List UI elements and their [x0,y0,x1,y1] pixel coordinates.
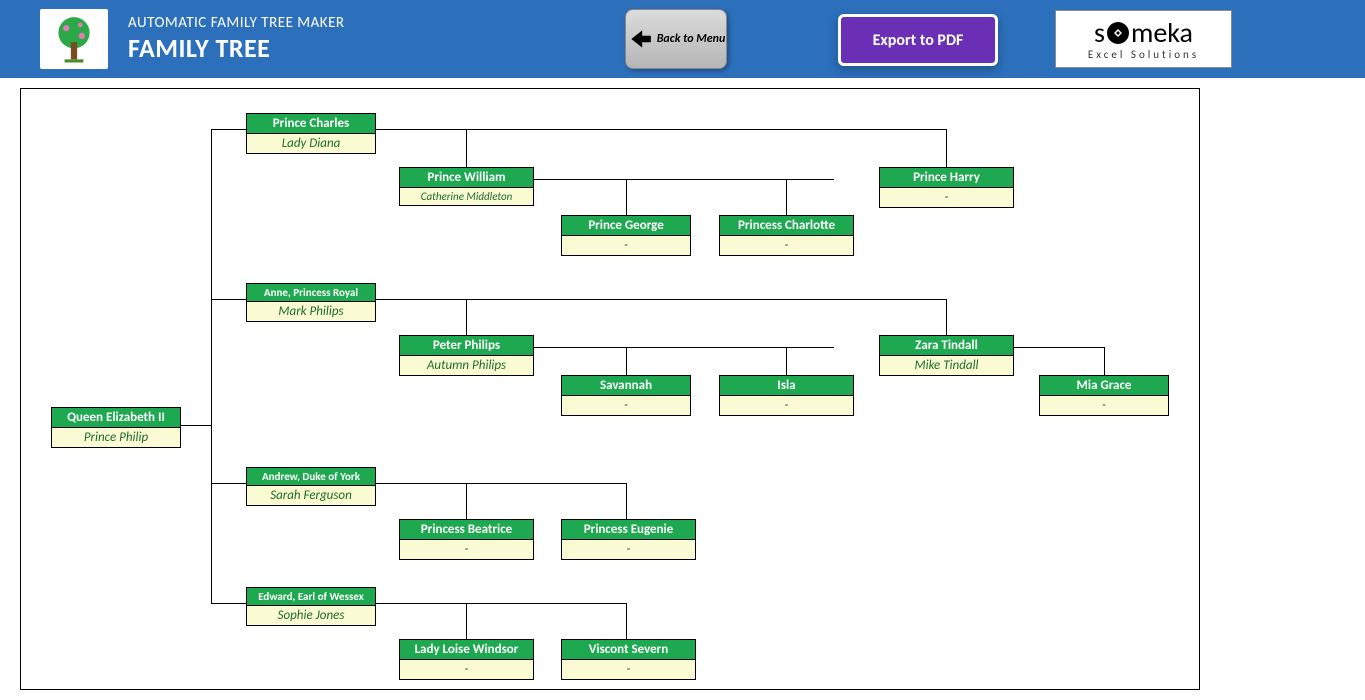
connector [211,483,246,484]
node-isla[interactable]: Isla - [719,375,854,416]
node-charles[interactable]: Prince Charles Lady Diana [246,113,376,154]
node-name: Zara Tindall [880,336,1013,356]
back-to-menu-button[interactable]: Back to Menu [625,9,727,69]
connector [211,129,212,603]
node-spouse: Prince Philip [52,428,180,447]
app-header: AUTOMATIC FAMILY TREE MAKER FAMILY TREE … [0,0,1365,78]
connector [786,347,787,377]
node-spouse: Mike Tindall [880,356,1013,375]
header-titles: AUTOMATIC FAMILY TREE MAKER FAMILY TREE [128,14,345,64]
connector [466,299,467,337]
node-severn[interactable]: Viscont Severn - [561,639,696,680]
node-name: Isla [720,376,853,396]
brand-subtitle: Excel Solutions [1088,49,1199,60]
connector [786,179,787,217]
node-spouse: Autumn Philips [400,356,533,375]
back-arrow-icon [627,26,653,52]
node-name: Mia Grace [1040,376,1168,396]
connector [946,299,947,337]
node-name: Prince William [400,168,533,188]
connector [466,483,467,521]
app-subtitle: AUTOMATIC FAMILY TREE MAKER [128,14,345,32]
node-william[interactable]: Prince William Catherine Middleton [399,167,534,206]
node-spouse: Sophie Jones [247,606,375,625]
connector [626,179,627,217]
node-savannah[interactable]: Savannah - [561,375,691,416]
node-name: Queen Elizabeth II [52,408,180,428]
connector [376,483,626,484]
brand-logo: s meka Excel Solutions [1055,10,1232,68]
node-beatrice[interactable]: Princess Beatrice - [399,519,534,560]
node-spouse: - [400,660,533,679]
node-edward[interactable]: Edward, Earl of Wessex Sophie Jones [246,587,376,626]
connector [211,299,246,300]
node-spouse: - [400,540,533,559]
tree-logo [40,9,108,69]
node-name: Princess Beatrice [400,520,533,540]
connector [626,603,627,641]
connector [626,483,627,521]
node-name: Peter Philips [400,336,533,356]
connector [946,129,947,169]
connector [466,129,467,169]
node-anne[interactable]: Anne, Princess Royal Mark Philips [246,283,376,322]
node-name: Princess Charlotte [720,216,853,236]
connector [534,347,834,348]
connector [376,299,946,300]
node-name: Viscont Severn [562,640,695,660]
connector [626,347,627,377]
tree-icon [49,14,99,64]
node-zara[interactable]: Zara Tindall Mike Tindall [879,335,1014,376]
export-button-label: Export to PDF [873,31,964,50]
node-name: Prince George [562,216,690,236]
node-spouse: - [562,236,690,255]
app-title: FAMILY TREE [128,32,345,64]
node-name: Andrew, Duke of York [247,468,375,486]
node-harry[interactable]: Prince Harry - [879,167,1014,208]
node-spouse: - [562,660,695,679]
node-spouse: Lady Diana [247,134,375,153]
connector [211,603,246,604]
family-tree-canvas: Queen Elizabeth II Prince Philip Prince … [20,88,1200,690]
node-spouse: - [720,396,853,415]
export-pdf-button[interactable]: Export to PDF [838,14,998,66]
node-spouse: - [562,396,690,415]
node-loise[interactable]: Lady Loise Windsor - [399,639,534,680]
node-name: Lady Loise Windsor [400,640,533,660]
node-spouse: Catherine Middleton [400,188,533,205]
brand-dot-icon [1107,22,1129,44]
connector [1014,347,1104,348]
node-eugenie[interactable]: Princess Eugenie - [561,519,696,560]
connector [211,129,246,130]
node-name: Prince Harry [880,168,1013,188]
node-name: Anne, Princess Royal [247,284,375,302]
connector [181,425,211,426]
connector [466,603,467,641]
node-spouse: - [720,236,853,255]
node-spouse: - [1040,396,1168,415]
node-name: Princess Eugenie [562,520,695,540]
node-spouse: - [562,540,695,559]
node-name: Prince Charles [247,114,375,134]
connector [534,179,834,180]
connector [376,603,626,604]
node-charlotte[interactable]: Princess Charlotte - [719,215,854,256]
node-mia[interactable]: Mia Grace - [1039,375,1169,416]
canvas-wrapper: Queen Elizabeth II Prince Philip Prince … [0,78,1365,700]
node-george[interactable]: Prince George - [561,215,691,256]
node-root[interactable]: Queen Elizabeth II Prince Philip [51,407,181,448]
node-name: Savannah [562,376,690,396]
connector [1104,347,1105,377]
node-andrew[interactable]: Andrew, Duke of York Sarah Ferguson [246,467,376,506]
node-name: Edward, Earl of Wessex [247,588,375,606]
connector [376,129,946,130]
node-spouse: - [880,188,1013,207]
node-peter[interactable]: Peter Philips Autumn Philips [399,335,534,376]
node-spouse: Mark Philips [247,302,375,321]
node-spouse: Sarah Ferguson [247,486,375,505]
back-button-label: Back to Menu [657,32,726,46]
